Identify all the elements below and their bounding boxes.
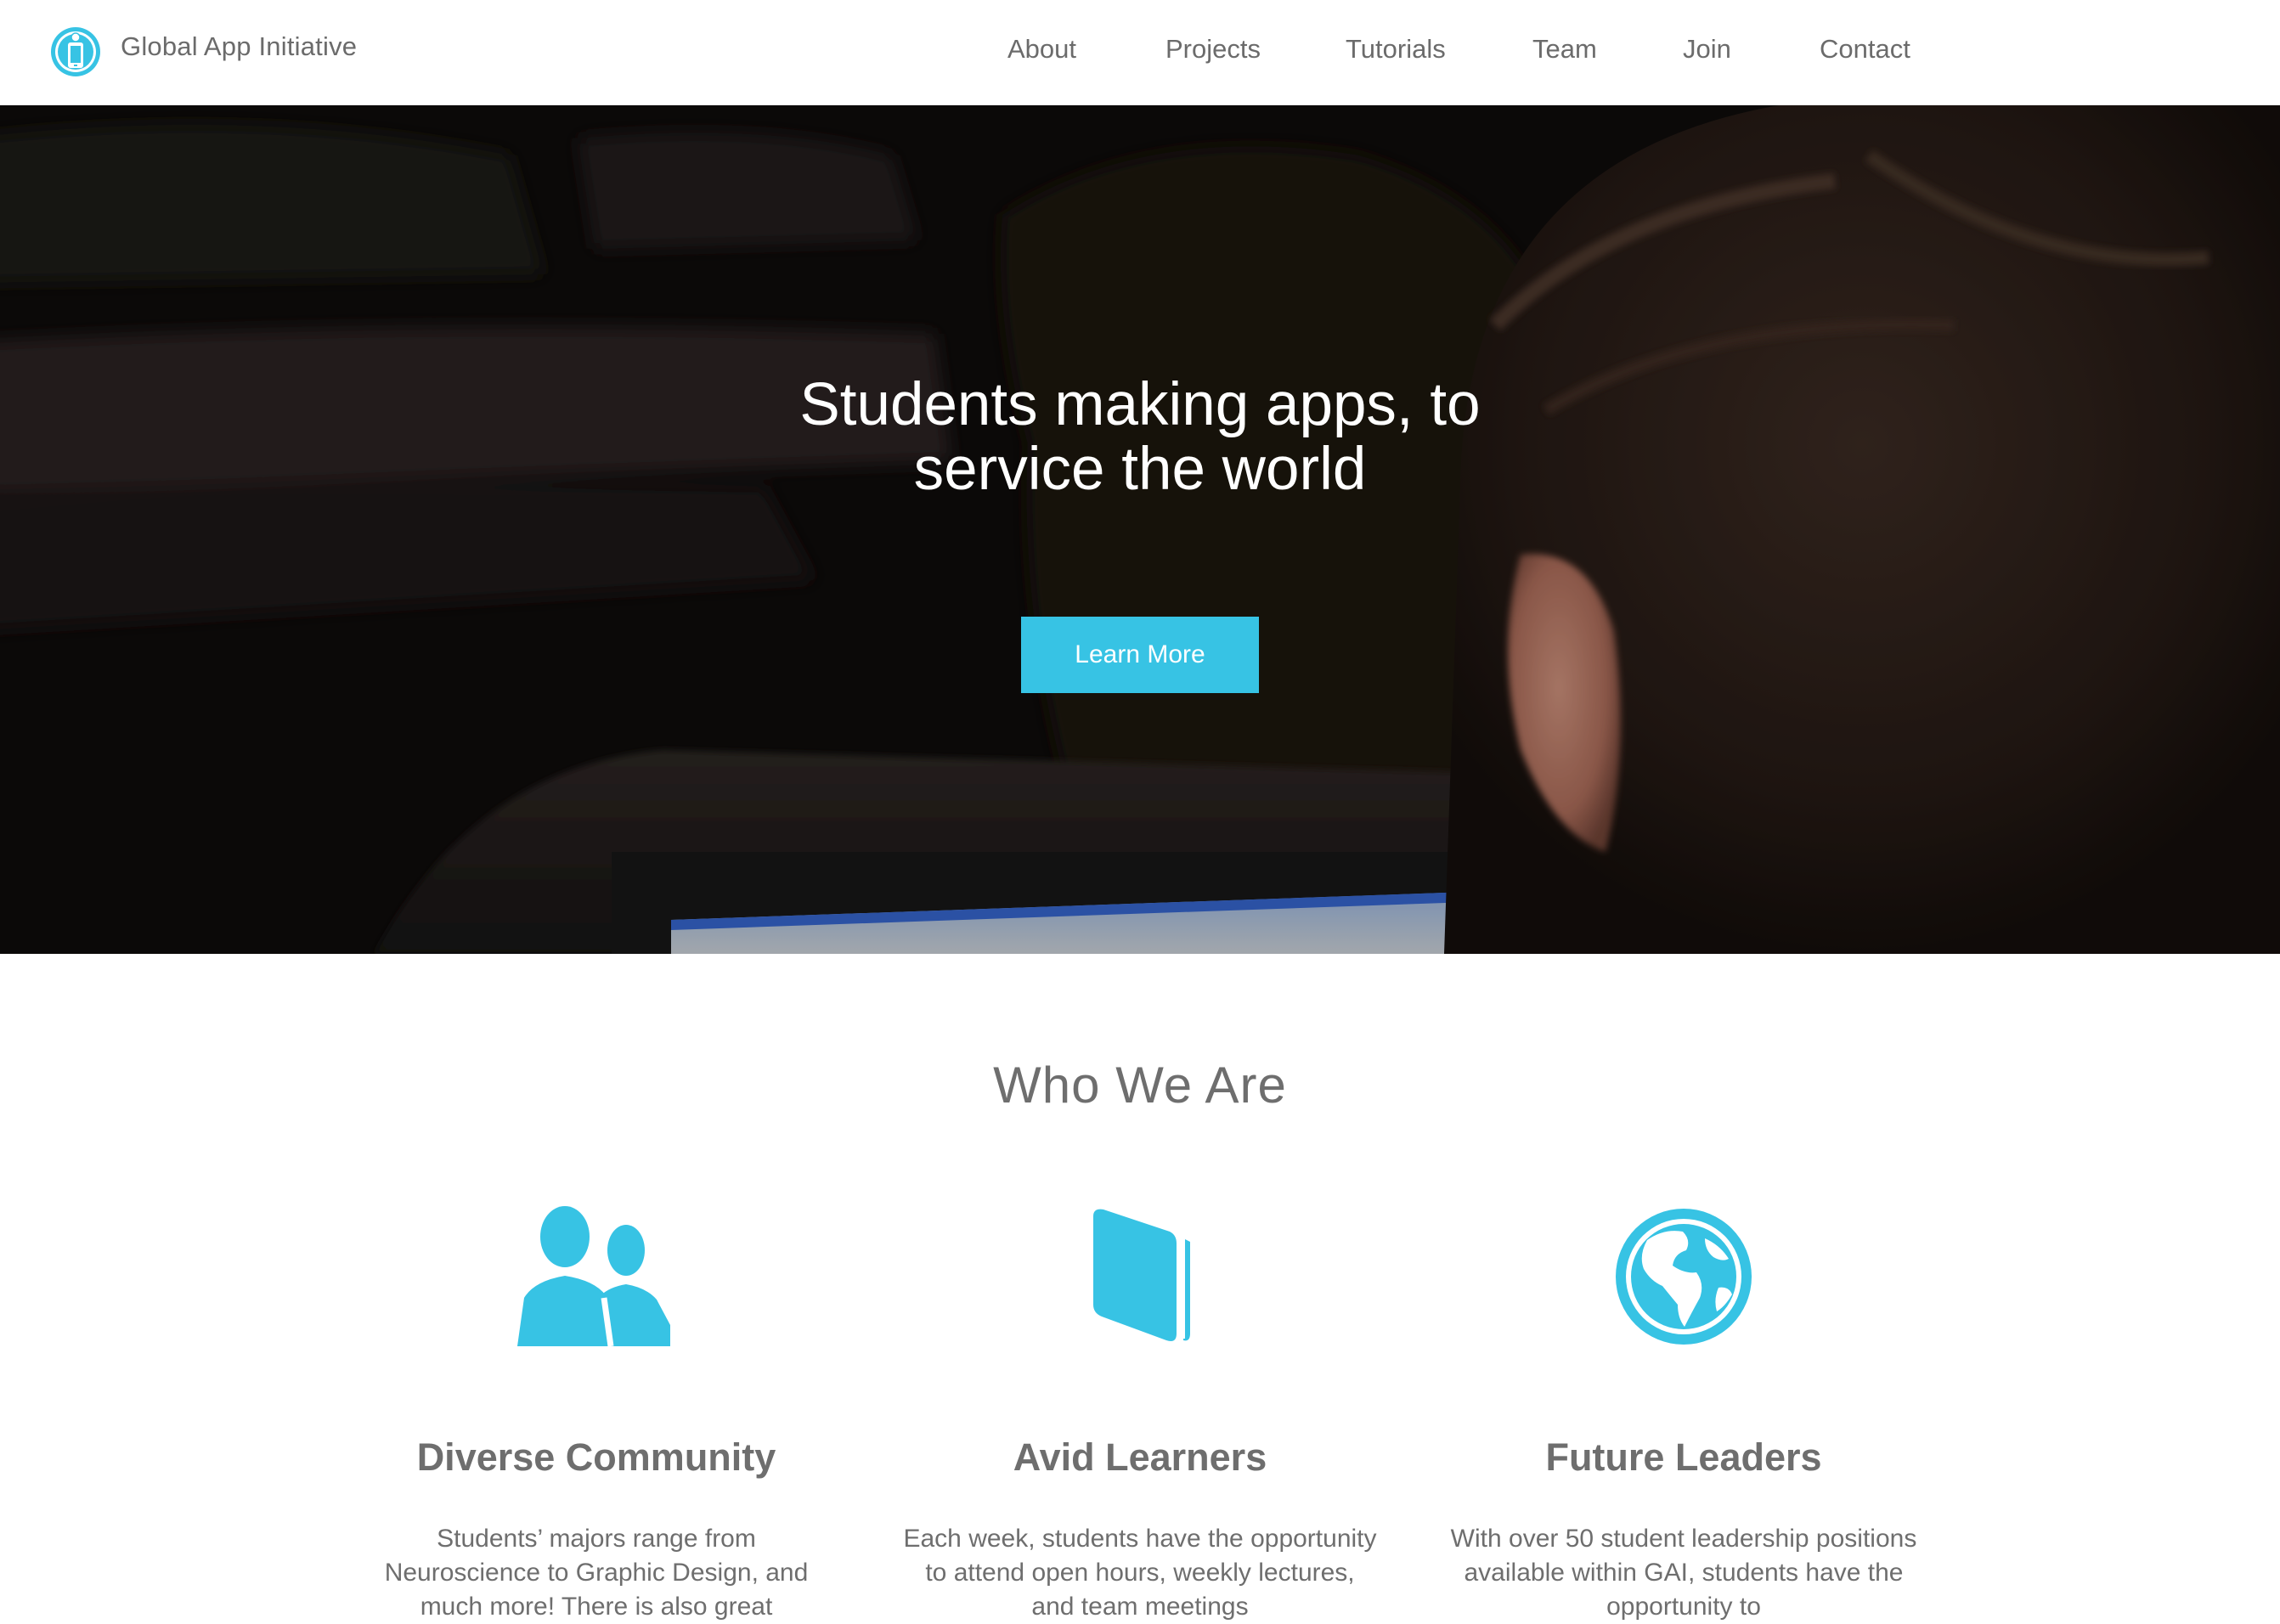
feature-description: Each week, students have the opportunity…	[903, 1525, 1377, 1621]
nav-item-projects[interactable]: Projects	[1165, 34, 1261, 65]
feature-description: Students’ majors range from Neuroscience…	[384, 1525, 809, 1621]
hero-background-photo	[0, 104, 2280, 954]
globe-icon	[1616, 1209, 1752, 1345]
feature-title: Diverse Community	[416, 1435, 776, 1479]
feature-description: With over 50 student leadership position…	[1450, 1525, 1917, 1621]
nav-item-contact[interactable]: Contact	[1820, 34, 1910, 65]
section-title-who-we-are: Who We Are	[993, 1057, 1287, 1114]
learn-more-button[interactable]: Learn More	[1021, 617, 1259, 693]
feature-title: Future Leaders	[1545, 1435, 1822, 1479]
nav-item-about[interactable]: About	[1007, 34, 1076, 65]
hero-title-line-2: service the world	[913, 436, 1367, 503]
nav-item-team[interactable]: Team	[1532, 34, 1597, 65]
hero-title-line-1: Students making apps, to	[799, 371, 1481, 438]
nav-item-join[interactable]: Join	[1683, 34, 1731, 65]
feature-avid-learners: Avid Learners Each week, students have t…	[902, 1206, 1378, 1621]
book-icon	[1093, 1209, 1190, 1341]
feature-diverse-community: Diverse Community Students’ majors range…	[358, 1206, 834, 1621]
hero-banner: Students making apps, to service the wor…	[0, 104, 2280, 954]
people-icon	[517, 1206, 670, 1346]
brand-name[interactable]: Global App Initiative	[121, 31, 357, 62]
phone-globe-logo-icon[interactable]	[49, 25, 102, 78]
hero-title: Students making apps, to service the wor…	[0, 373, 2280, 502]
navbar: Global App Initiative About Projects Tut…	[0, 0, 2280, 105]
feature-title: Avid Learners	[1013, 1435, 1267, 1479]
feature-future-leaders: Future Leaders With over 50 student lead…	[1446, 1206, 1922, 1621]
nav-item-tutorials[interactable]: Tutorials	[1346, 34, 1446, 65]
